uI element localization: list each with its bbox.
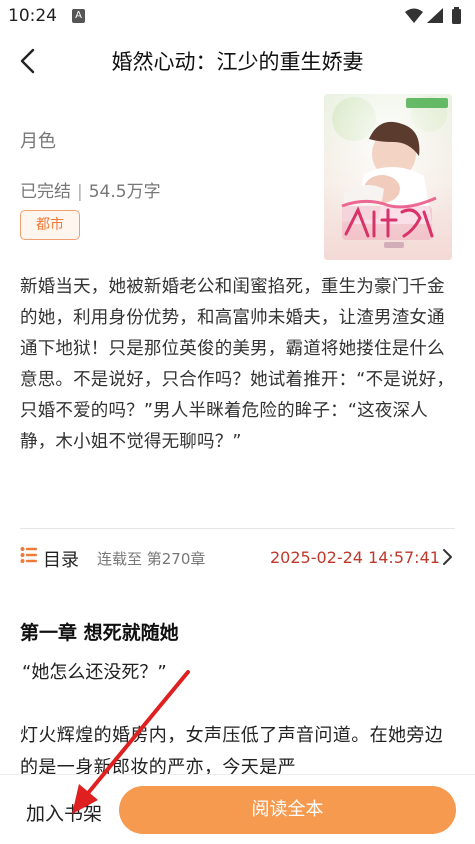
status-icons	[405, 7, 461, 24]
book-status: 已完结	[20, 182, 71, 202]
signal-icon	[427, 8, 443, 23]
book-cover[interactable]	[324, 94, 452, 260]
book-synopsis[interactable]: 新婚当天，她被新婚老公和闺蜜掐死，重生为豪门千金的她，利用身份优势，和高富帅未婚…	[20, 272, 460, 458]
chapter-title: 第一章 想死就随她	[20, 622, 179, 644]
chevron-left-icon	[20, 48, 35, 74]
book-meta: 已完结 | 54.5万字	[20, 177, 161, 202]
chevron-right-icon	[443, 549, 452, 565]
read-all-button[interactable]: 阅读全本	[119, 786, 456, 834]
bottom-action-bar: 加入书架 阅读全本	[0, 774, 475, 844]
battery-icon	[452, 9, 461, 24]
notification-icon: A	[72, 9, 85, 23]
author-name[interactable]: 月色	[20, 127, 56, 153]
genre-tag[interactable]: 都市	[20, 210, 80, 240]
toc-latest-chapter: 连载至 第270章	[97, 550, 206, 568]
status-time: 10:24	[8, 6, 57, 26]
add-to-shelf-button[interactable]: 加入书架	[26, 799, 102, 826]
header: 婚然心动：江少的重生娇妻	[0, 34, 475, 88]
status-bar: 10:24 A	[0, 0, 475, 34]
list-icon	[20, 547, 37, 563]
word-count: 54.5万字	[88, 182, 161, 202]
toc-row[interactable]: 目录 连载至 第270章 2025-02-24 14:57:41	[0, 538, 475, 580]
wifi-icon	[405, 8, 423, 23]
page-title: 婚然心动：江少的重生娇妻	[111, 50, 364, 74]
chapter-paragraph: “她怎么还没死？”	[22, 662, 167, 683]
divider	[20, 528, 455, 529]
meta-separator: |	[77, 182, 83, 202]
back-button[interactable]	[14, 46, 44, 76]
cover-image	[324, 94, 452, 260]
toc-updated-time: 2025-02-24 14:57:41	[270, 548, 440, 567]
toc-label: 目录	[43, 550, 79, 571]
